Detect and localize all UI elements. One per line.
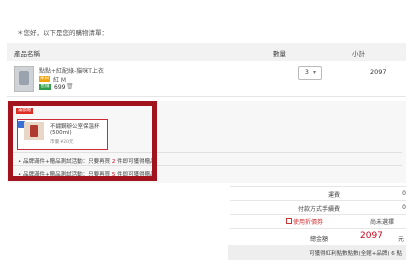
payment-fee-label: 付款方式手續費: [297, 206, 340, 213]
greeting-text: ＊您好，以下是您的購物清單：: [17, 29, 108, 37]
header-subtotal: 小計: [352, 50, 365, 58]
item-subtotal: 2097: [370, 68, 387, 76]
quantity-select[interactable]: 3 ▾: [298, 66, 322, 80]
coupon-link[interactable]: 使用折價券: [293, 217, 323, 226]
highlight-frame: [8, 101, 157, 181]
total-amount: 2097: [360, 231, 383, 241]
price-tag: 售價: [39, 84, 51, 90]
trash-icon[interactable]: 🗑: [66, 83, 74, 90]
quantity-value: 3: [305, 69, 309, 76]
chevron-down-icon: ▾: [313, 69, 317, 76]
coupon-checkbox[interactable]: [286, 218, 292, 224]
coupon-value: 尚未選擇: [370, 219, 395, 226]
color-tag: 米白: [39, 76, 50, 82]
total-unit: 元: [398, 236, 405, 243]
payment-fee-value: 0: [402, 204, 406, 211]
divider: [230, 228, 406, 229]
product-variant: 紅 M: [53, 77, 67, 84]
shipping-label: 運費: [327, 192, 340, 199]
product-thumbnail[interactable]: [14, 66, 34, 92]
points-bar: 可獲得紅利點數點數(全館+品牌) 6 點: [228, 245, 406, 260]
divider: [230, 186, 406, 187]
total-label: 總金額: [310, 236, 329, 243]
points-text: 可獲得紅利點數點數(全館+品牌) 6 點: [309, 251, 402, 257]
shipping-value: 0: [402, 190, 406, 197]
divider: [230, 200, 406, 201]
header-product: 產品名稱: [14, 50, 40, 58]
cart-table-header: 產品名稱 數量 小計: [7, 43, 406, 61]
header-qty: 數量: [273, 50, 286, 58]
product-price: 699: [54, 84, 66, 91]
product-name-link[interactable]: 點點+紅配綠-貓咪T上衣: [39, 66, 104, 75]
divider: [230, 214, 406, 215]
divider: [7, 96, 406, 97]
